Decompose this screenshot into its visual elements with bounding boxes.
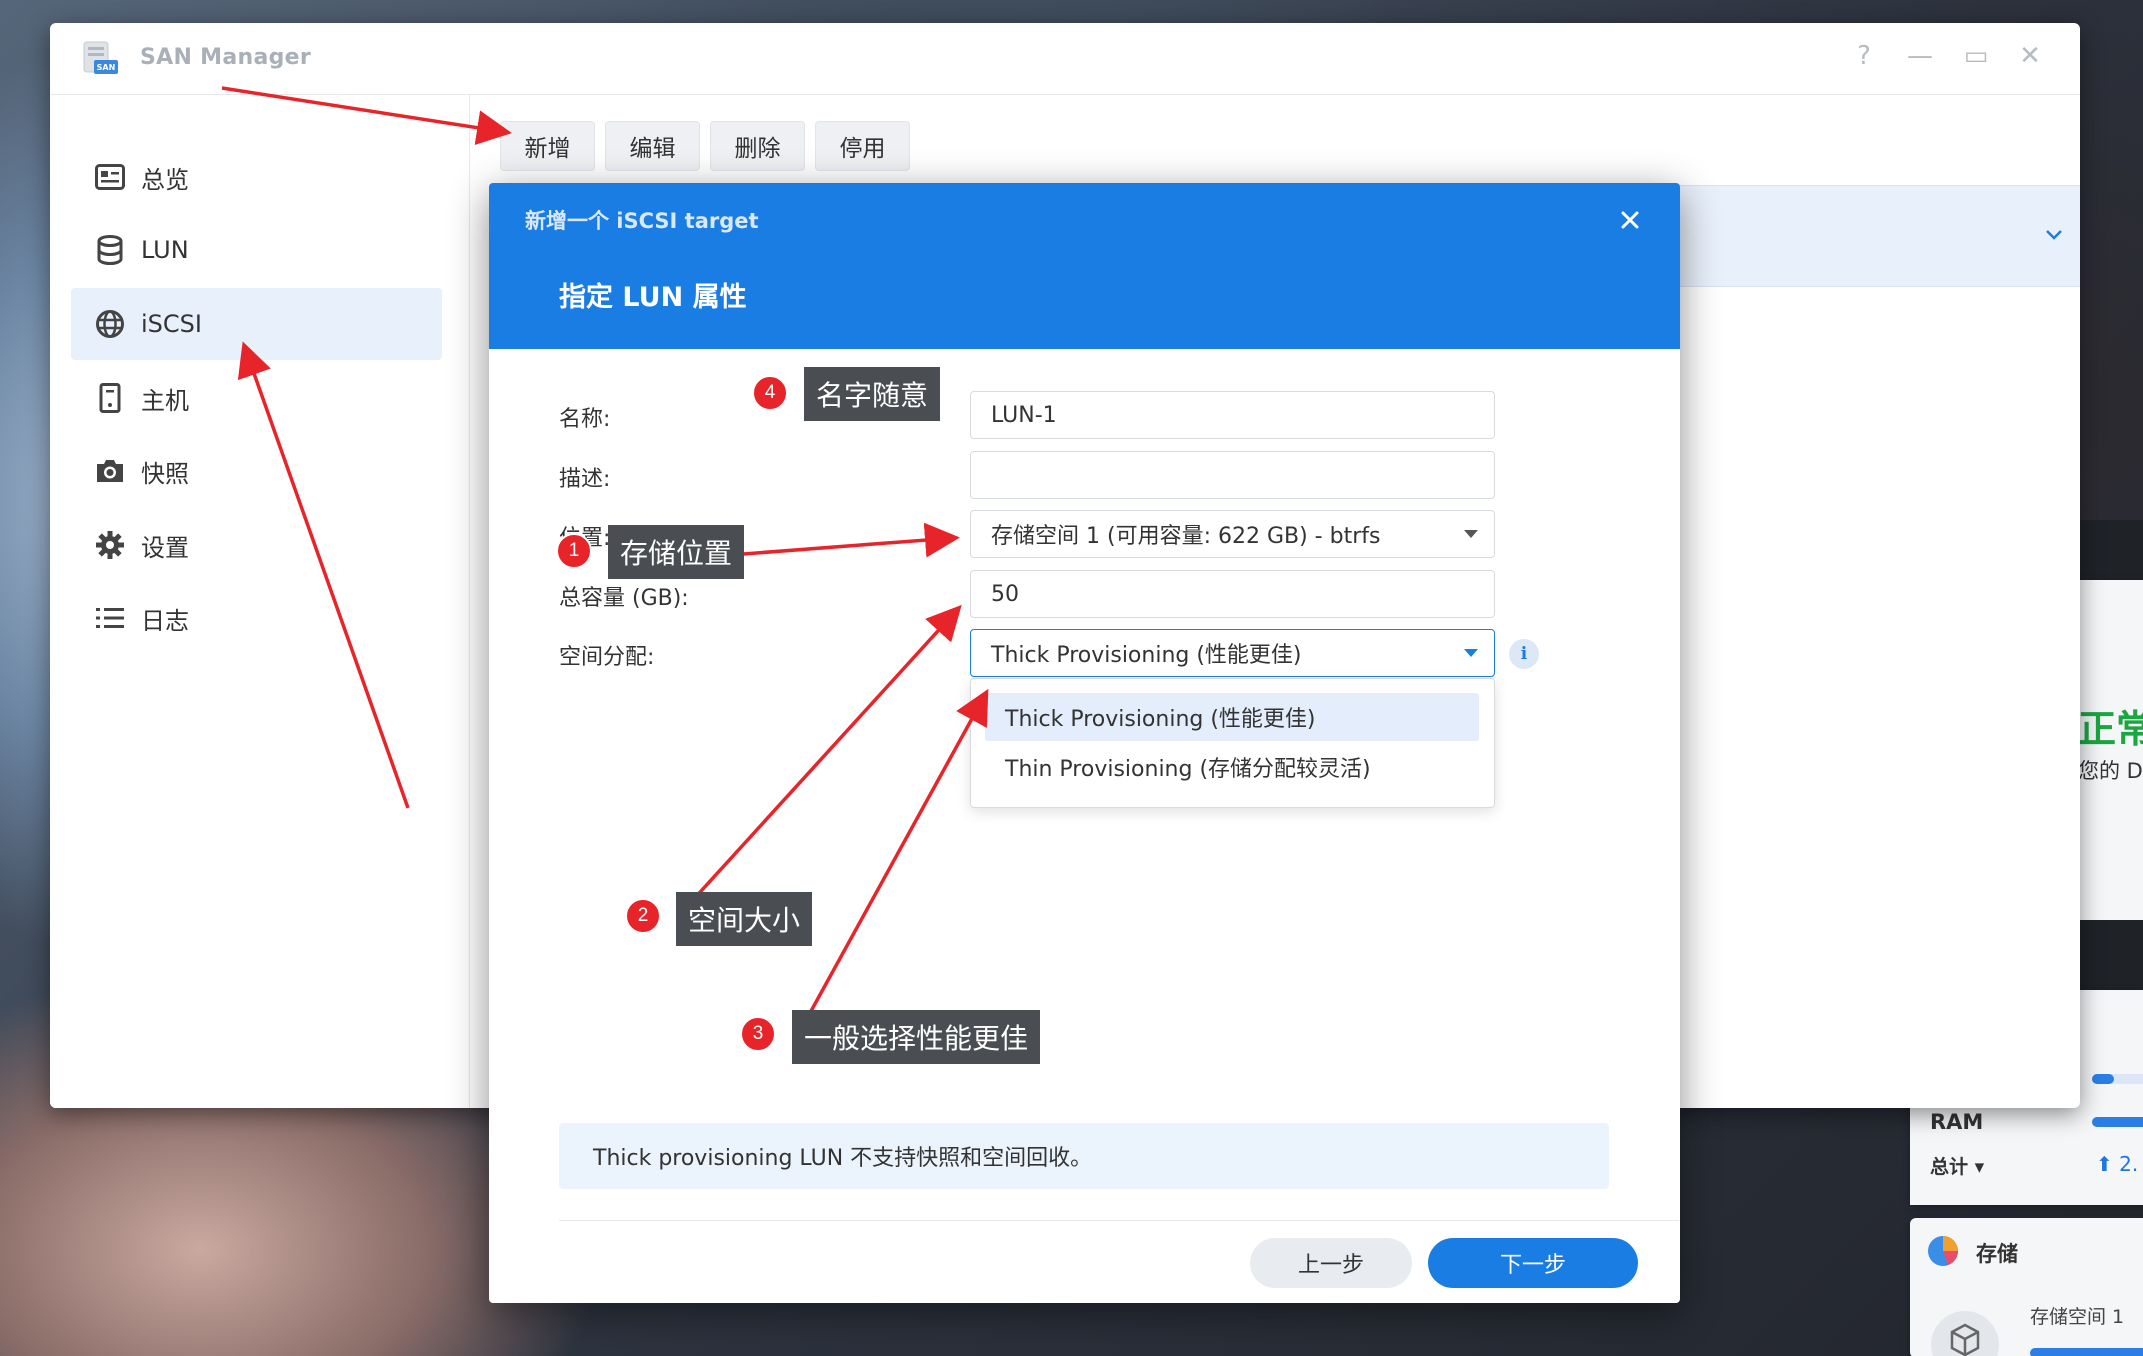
- allocation-select[interactable]: Thick Provisioning (性能更佳): [970, 629, 1495, 677]
- storage-widget-title: 存储: [1976, 1242, 2018, 1266]
- sidebar-item-label: 日志: [141, 606, 189, 635]
- annotation-badge-1: 1: [556, 533, 592, 569]
- create-iscsi-target-dialog: 新增一个 iSCSI target 指定 LUN 属性 名称: LUN-1 描述…: [489, 183, 1680, 1303]
- annotation-badge-4: 4: [752, 375, 788, 411]
- storage-usage-bar: [2030, 1348, 2143, 1356]
- info-icon[interactable]: i: [1509, 639, 1539, 669]
- capacity-label: 总容量 (GB):: [559, 586, 689, 611]
- close-window-button[interactable]: ✕: [2012, 41, 2048, 71]
- list-icon: [93, 601, 127, 635]
- camera-icon: [93, 454, 127, 488]
- logo-text: SAN: [97, 63, 116, 72]
- caret-down-icon: [1464, 649, 1478, 657]
- storage-volume-label: 存储空间 1: [2030, 1306, 2125, 1328]
- sidebar-item-overview[interactable]: 总览: [71, 141, 442, 213]
- titlebar: SAN SAN Manager ? — ▭ ✕: [50, 23, 2080, 95]
- description-label: 描述:: [559, 467, 611, 492]
- allocation-select-value: Thick Provisioning (性能更佳): [991, 643, 1302, 668]
- app-title: SAN Manager: [140, 45, 312, 70]
- annotation-badge-3: 3: [740, 1016, 776, 1052]
- overview-icon: [93, 160, 127, 194]
- dialog-header: 新增一个 iSCSI target 指定 LUN 属性: [489, 183, 1680, 349]
- maximize-button[interactable]: ▭: [1958, 41, 1994, 71]
- target-list-row[interactable]: [1667, 185, 2080, 287]
- sidebar-item-label: iSCSI: [141, 310, 202, 338]
- annotation-label-1: 存储位置: [608, 525, 745, 579]
- dialog-title: 新增一个 iSCSI target: [525, 209, 759, 233]
- name-input[interactable]: LUN-1: [970, 391, 1495, 439]
- dialog-step-title: 指定 LUN 属性: [559, 282, 747, 313]
- disable-button[interactable]: 停用: [815, 121, 910, 171]
- delete-button[interactable]: 删除: [710, 121, 805, 171]
- close-icon[interactable]: [1615, 205, 1645, 235]
- annotation-label-3: 一般选择性能更佳: [792, 1010, 1041, 1064]
- previous-button[interactable]: 上一步: [1250, 1238, 1412, 1288]
- sidebar-item-label: 总览: [141, 165, 189, 194]
- name-input-value: LUN-1: [991, 402, 1057, 428]
- total-dropdown[interactable]: 总计 ▾: [1930, 1152, 1984, 1179]
- capacity-input[interactable]: 50: [970, 570, 1495, 618]
- sidebar: 总览 LUN iSCSI 主机 快照 设置 日志: [50, 95, 470, 1108]
- sidebar-item-log[interactable]: 日志: [71, 582, 442, 654]
- location-select-value: 存储空间 1 (可用容量: 622 GB) - btrfs: [991, 524, 1381, 549]
- sidebar-item-iscsi[interactable]: iSCSI: [71, 288, 442, 360]
- edit-button[interactable]: 编辑: [605, 121, 700, 171]
- health-status-text: 正常: [2078, 707, 2143, 751]
- san-manager-logo-icon: SAN: [83, 41, 118, 74]
- capacity-input-value: 50: [991, 581, 1019, 607]
- sidebar-item-label: 主机: [141, 386, 189, 415]
- sidebar-item-label: LUN: [141, 236, 189, 264]
- option-thick-provisioning[interactable]: Thick Provisioning (性能更佳): [985, 693, 1479, 741]
- location-select[interactable]: 存储空间 1 (可用容量: 622 GB) - btrfs: [970, 510, 1495, 558]
- option-thin-provisioning[interactable]: Thin Provisioning (存储分配较灵活): [985, 743, 1479, 791]
- next-button[interactable]: 下一步: [1428, 1238, 1638, 1288]
- host-icon: [93, 381, 127, 415]
- globe-icon: [93, 307, 127, 341]
- storage-pie-icon: [1928, 1236, 1958, 1266]
- annotation-label-4: 名字随意: [804, 367, 941, 421]
- minimize-button[interactable]: —: [1902, 41, 1938, 71]
- upload-value: ⬆ 2.: [2096, 1152, 2139, 1176]
- annotation-badge-2: 2: [625, 898, 661, 934]
- footer-divider: [559, 1220, 1679, 1221]
- sidebar-item-label: 快照: [141, 459, 189, 488]
- ram-bar: [2092, 1117, 2143, 1127]
- volume-cube-icon: [1931, 1311, 1999, 1356]
- chevron-down-icon[interactable]: [2042, 223, 2066, 247]
- sidebar-item-snapshot[interactable]: 快照: [71, 435, 442, 507]
- add-button[interactable]: 新增: [500, 121, 595, 171]
- health-status-desc: 您的 D: [2078, 759, 2143, 783]
- caret-down-icon: [1464, 530, 1478, 538]
- gear-icon: [93, 528, 127, 562]
- allocation-dropdown-menu: Thick Provisioning (性能更佳) Thin Provision…: [970, 678, 1495, 808]
- sidebar-item-host[interactable]: 主机: [71, 362, 442, 434]
- allocation-label: 空间分配:: [559, 645, 655, 670]
- sidebar-item-settings[interactable]: 设置: [71, 509, 442, 581]
- description-input[interactable]: [970, 451, 1495, 499]
- sidebar-item-label: 设置: [141, 533, 189, 562]
- name-label: 名称:: [559, 407, 611, 432]
- ram-label: RAM: [1930, 1110, 1984, 1134]
- cpu-bar: [2092, 1074, 2114, 1084]
- database-icon: [93, 233, 127, 267]
- help-button[interactable]: ?: [1846, 41, 1882, 71]
- sidebar-item-lun[interactable]: LUN: [71, 214, 442, 286]
- annotation-label-2: 空间大小: [676, 892, 813, 946]
- provisioning-notice: Thick provisioning LUN 不支持快照和空间回收。: [559, 1123, 1609, 1189]
